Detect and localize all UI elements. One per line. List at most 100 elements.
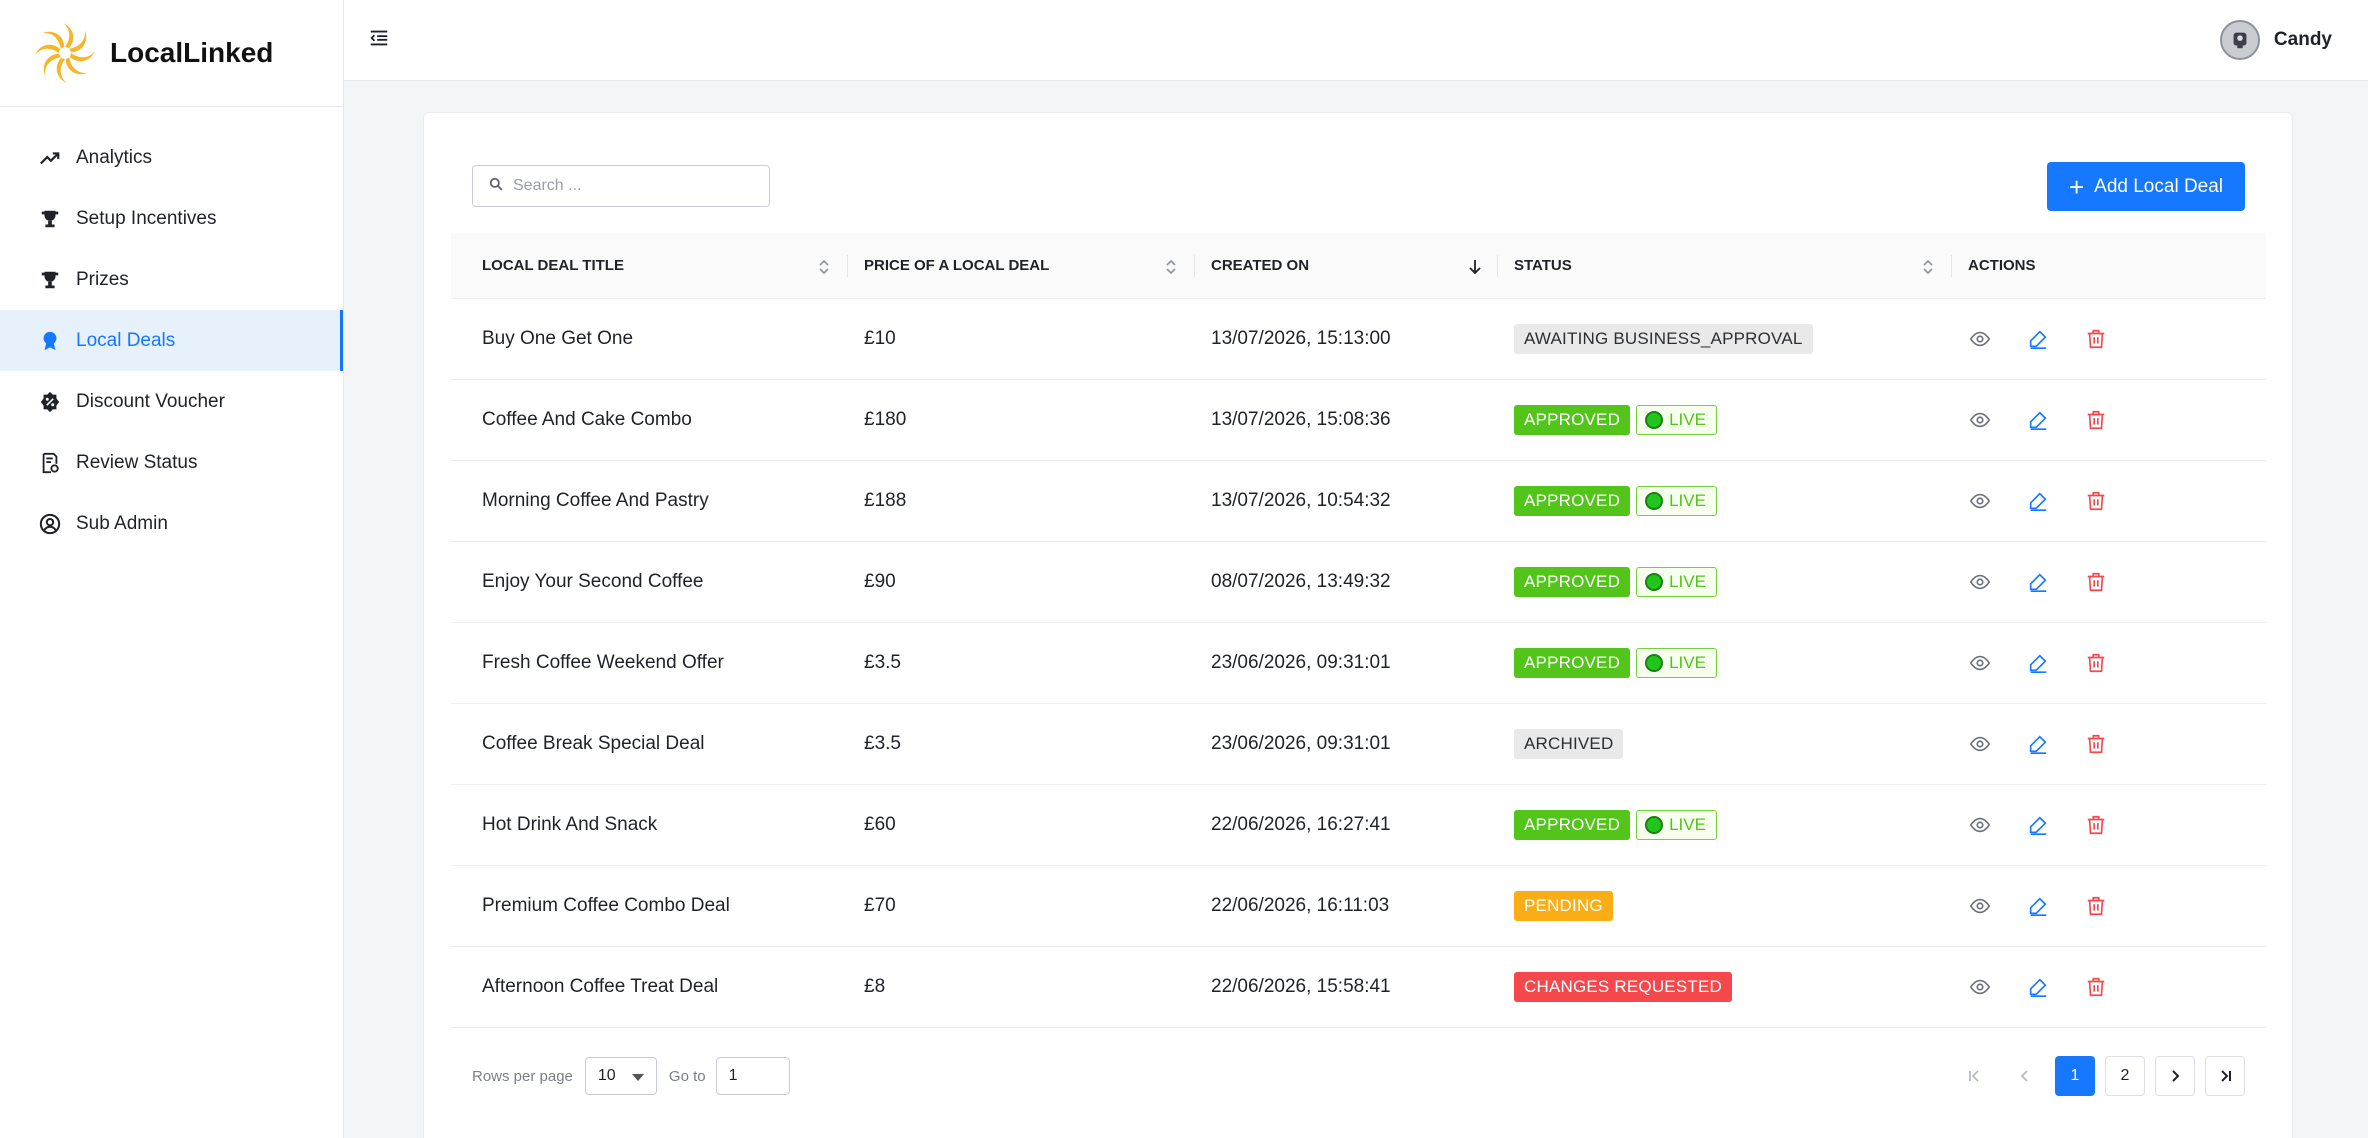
row-actions (1952, 732, 2266, 756)
deal-title: Hot Drink And Snack (482, 814, 658, 835)
sort-icon[interactable] (1922, 257, 1934, 277)
sort-descending-icon[interactable] (1468, 257, 1481, 277)
sidebar-item-label: Analytics (76, 146, 153, 168)
column-header-status[interactable]: STATUS (1498, 233, 1952, 298)
sidebar-item-local-deals[interactable]: Local Deals (0, 310, 343, 371)
trophy-icon (38, 207, 62, 231)
view-eye-icon[interactable] (1968, 651, 1992, 675)
deal-created-on: 23/06/2026, 09:31:01 (1211, 733, 1391, 754)
search-icon (489, 177, 503, 196)
delete-trash-icon[interactable] (2084, 894, 2108, 918)
deal-price: £90 (864, 571, 896, 592)
trophy-icon (38, 268, 62, 292)
edit-pencil-icon[interactable] (2026, 813, 2050, 837)
status-badge: PENDING (1514, 891, 1613, 921)
live-badge: LIVE (1636, 405, 1717, 435)
table-body: Buy One Get One £10 13/07/2026, 15:13:00 AW… (451, 299, 2266, 1028)
live-dot-icon (1645, 573, 1664, 591)
edit-pencil-icon[interactable] (2026, 570, 2050, 594)
delete-trash-icon[interactable] (2084, 975, 2108, 999)
add-local-deal-label: Add Local Deal (2094, 175, 2224, 197)
edit-pencil-icon[interactable] (2026, 732, 2050, 756)
edit-pencil-icon[interactable] (2026, 975, 2050, 999)
deal-price: £60 (864, 814, 896, 835)
deal-created-on: 22/06/2026, 16:27:41 (1211, 814, 1391, 835)
pagination-bar: Rows per page 10 Go to 1 2 (472, 1056, 2245, 1096)
goto-page-input[interactable] (715, 1057, 790, 1095)
column-header-price[interactable]: PRICE OF A LOCAL DEAL (848, 233, 1195, 298)
deal-created-on: 13/07/2026, 15:08:36 (1211, 409, 1391, 430)
row-actions (1952, 651, 2266, 675)
sidebar-item-label: Discount Voucher (76, 390, 225, 412)
prev-page-button[interactable] (2005, 1056, 2045, 1096)
sidebar-item-setup-incentives[interactable]: Setup Incentives (0, 188, 343, 249)
deal-title: Afternoon Coffee Treat Deal (482, 976, 719, 997)
rows-per-page: Rows per page 10 Go to (472, 1056, 790, 1096)
edit-pencil-icon[interactable] (2026, 894, 2050, 918)
first-page-icon (1969, 1070, 1979, 1082)
search-box[interactable] (472, 165, 770, 207)
plus-icon: + (2068, 171, 2085, 202)
sidebar-item-discount-voucher[interactable]: Discount Voucher (0, 371, 343, 432)
page-button-1[interactable]: 1 (2055, 1056, 2095, 1096)
row-actions (1952, 894, 2266, 918)
column-header-actions: ACTIONS (1968, 257, 2036, 274)
delete-trash-icon[interactable] (2084, 327, 2108, 351)
live-badge: LIVE (1636, 648, 1717, 678)
edit-pencil-icon[interactable] (2026, 408, 2050, 432)
page-button-2[interactable]: 2 (2105, 1056, 2145, 1096)
user-avatar-icon (2233, 32, 2247, 49)
first-page-button[interactable] (1955, 1056, 1995, 1096)
deal-created-on: 22/06/2026, 16:11:03 (1211, 895, 1390, 916)
view-eye-icon[interactable] (1968, 813, 1992, 837)
table-row: Morning Coffee And Pastry £188 13/07/2026,… (451, 461, 2266, 542)
sidebar-item-prizes[interactable]: Prizes (0, 249, 343, 310)
delete-trash-icon[interactable] (2084, 813, 2108, 837)
chevron-right-icon (2172, 1070, 2180, 1082)
view-eye-icon[interactable] (1968, 327, 1992, 351)
sidebar-item-analytics[interactable]: Analytics (0, 127, 343, 188)
edit-pencil-icon[interactable] (2026, 327, 2050, 351)
view-eye-icon[interactable] (1968, 408, 1992, 432)
view-eye-icon[interactable] (1968, 894, 1992, 918)
discount-badge-icon (38, 390, 62, 414)
delete-trash-icon[interactable] (2084, 570, 2108, 594)
next-page-button[interactable] (2155, 1056, 2195, 1096)
delete-trash-icon[interactable] (2084, 408, 2108, 432)
edit-pencil-icon[interactable] (2026, 651, 2050, 675)
live-badge: LIVE (1636, 810, 1717, 840)
brand[interactable]: LocalLinked (0, 0, 343, 107)
view-eye-icon[interactable] (1968, 570, 1992, 594)
last-page-button[interactable] (2205, 1056, 2245, 1096)
deal-title: Enjoy Your Second Coffee (482, 571, 704, 592)
deal-price: £70 (864, 895, 896, 916)
live-dot-icon (1645, 492, 1664, 510)
delete-trash-icon[interactable] (2084, 489, 2108, 513)
deal-title: Coffee Break Special Deal (482, 733, 705, 754)
view-eye-icon[interactable] (1968, 732, 1992, 756)
top-header: Candy (344, 0, 2368, 81)
column-header-created-on[interactable]: CREATED ON (1195, 233, 1498, 298)
sidebar-item-sub-admin[interactable]: Sub Admin (0, 493, 343, 554)
column-header-title[interactable]: LOCAL DEAL TITLE (451, 233, 848, 298)
search-input[interactable] (513, 177, 743, 195)
delete-trash-icon[interactable] (2084, 651, 2108, 675)
table-row: Coffee Break Special Deal £3.5 23/06/2026,… (451, 704, 2266, 785)
deal-status: ARCHIVED (1498, 729, 1952, 759)
live-dot-icon (1645, 816, 1664, 834)
table-row: Coffee And Cake Combo £180 13/07/2026, 15:… (451, 380, 2266, 461)
delete-trash-icon[interactable] (2084, 732, 2108, 756)
add-local-deal-button[interactable]: + Add Local Deal (2047, 162, 2245, 211)
table-row: Hot Drink And Snack £60 22/06/2026, 16:27:… (451, 785, 2266, 866)
view-eye-icon[interactable] (1968, 489, 1992, 513)
view-eye-icon[interactable] (1968, 975, 1992, 999)
user-menu[interactable]: Candy (2219, 20, 2332, 60)
rows-per-page-select[interactable]: 10 (584, 1057, 657, 1095)
deal-created-on: 13/07/2026, 10:54:32 (1211, 490, 1391, 511)
sidebar-item-review-status[interactable]: Review Status (0, 432, 343, 493)
collapse-menu-icon[interactable] (368, 27, 392, 51)
edit-pencil-icon[interactable] (2026, 489, 2050, 513)
sort-icon[interactable] (818, 257, 830, 277)
sort-icon[interactable] (1165, 257, 1177, 277)
row-actions (1952, 570, 2266, 594)
